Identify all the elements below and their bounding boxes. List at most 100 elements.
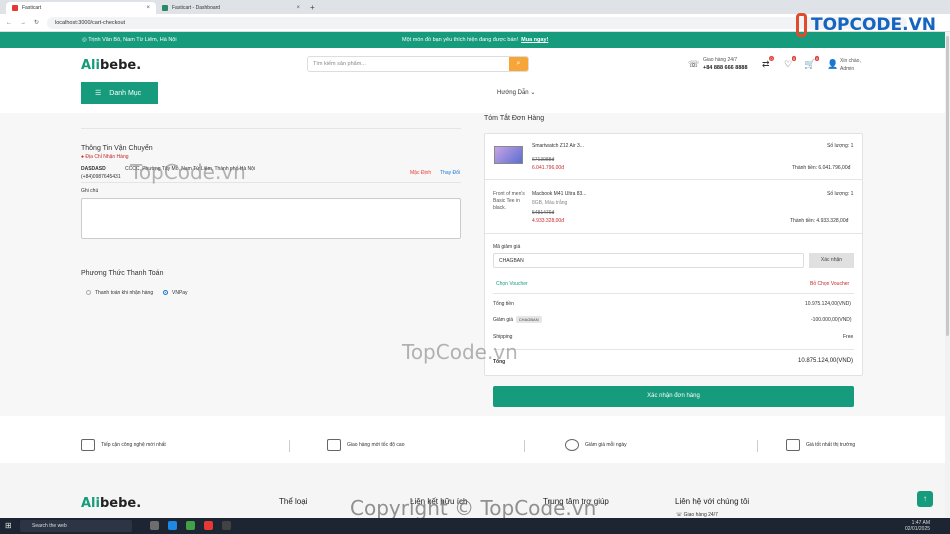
subtotal-value: 10.975.124,00(VND) bbox=[805, 301, 851, 307]
divider bbox=[493, 293, 854, 294]
arrow-up-icon: ↑ bbox=[923, 494, 927, 503]
promo-message: Một món đồ bạn yêu thích hiện đang được … bbox=[402, 37, 519, 43]
hotline: Giao hàng 24/7 +84 888 666 8888 bbox=[703, 57, 748, 71]
chrome-icon[interactable] bbox=[186, 521, 195, 530]
reload-icon[interactable]: ↻ bbox=[34, 19, 39, 26]
item-name[interactable]: Smartwatch Z12 Air 3... bbox=[532, 143, 584, 149]
feature-text: Giảm giá mỗi ngày bbox=[585, 442, 627, 448]
logo-main: Ali bbox=[81, 58, 100, 73]
feature-text: Tiếp cận công nghệ mới nhất bbox=[101, 442, 166, 448]
site-logo[interactable]: Alibebe. bbox=[81, 58, 141, 73]
cart-icon[interactable]: 🛒 0 bbox=[804, 56, 820, 70]
chevron-down-icon: ⌄ bbox=[530, 90, 536, 96]
clock[interactable]: 1:47 AM 02/01/2025 bbox=[905, 520, 930, 532]
discount-code-tag: CHAGBAN bbox=[515, 316, 542, 323]
product-image-alt: Front of men's Basic Tee in black. bbox=[493, 191, 525, 211]
divider bbox=[485, 179, 862, 180]
compare-icon[interactable]: ⇄ 0 bbox=[762, 56, 774, 70]
choose-voucher-link[interactable]: Chọn Voucher bbox=[496, 281, 528, 287]
search-input[interactable]: Tìm kiếm sản phẩm... ⌕ bbox=[307, 56, 529, 72]
scroll-top-button[interactable]: ↑ bbox=[917, 491, 933, 507]
store-location: ◎ Trịnh Văn Bô, Nam Từ Liêm, Hà Nội bbox=[82, 37, 177, 43]
address-label-text: Địa Chỉ Nhận Hàng bbox=[85, 154, 129, 160]
favicon-icon bbox=[12, 5, 18, 11]
user-icon[interactable]: 👤 bbox=[827, 59, 838, 70]
voucher-input[interactable]: CHAGBAN bbox=[493, 253, 804, 268]
favicon-icon bbox=[162, 5, 168, 11]
confirm-order-button[interactable]: Xác nhận đơn hàng bbox=[493, 386, 854, 407]
terminal-icon[interactable] bbox=[222, 521, 231, 530]
item-line-total: Thành tiền: 6.041.796,00đ bbox=[792, 165, 851, 171]
category-label: Danh Mục bbox=[109, 89, 142, 97]
change-address-link[interactable]: Thay Đổi bbox=[440, 170, 460, 176]
search-button[interactable]: ⌕ bbox=[509, 57, 528, 71]
wishlist-badge: 0 bbox=[791, 56, 797, 61]
promo-text: Một món đồ bạn yêu thích hiện đang được … bbox=[402, 37, 548, 43]
divider bbox=[485, 233, 862, 234]
feature-text: Giao hàng mới tốc độ cao bbox=[347, 442, 405, 448]
wishlist-icon[interactable]: ♡ 0 bbox=[784, 56, 797, 70]
scrollbar-thumb[interactable] bbox=[946, 36, 949, 336]
watermark-center: TopCode.vn bbox=[402, 340, 518, 364]
phone-icon: ☏ bbox=[688, 59, 700, 69]
recipient-name: DASDASD bbox=[81, 166, 106, 172]
compare-badge: 0 bbox=[769, 56, 774, 61]
windows-start-icon[interactable]: ⊞ bbox=[5, 521, 12, 530]
payment-option-label: VNPay bbox=[172, 290, 188, 296]
price-tag-icon bbox=[786, 439, 800, 451]
watermark-copyright: Copyright © TopCode.vn bbox=[350, 496, 597, 520]
username: Admin bbox=[840, 66, 855, 72]
browser-tab-dashboard[interactable]: Fasticart - Dashboard × bbox=[156, 2, 306, 14]
item-price: 6.041.796,00đ bbox=[532, 165, 564, 171]
back-icon[interactable]: ← bbox=[6, 20, 12, 26]
note-label: Ghi chú bbox=[81, 188, 99, 194]
user-greeting[interactable]: Xin chào, Admin bbox=[840, 57, 861, 73]
payment-option-cod[interactable]: Thanh toán khi nhận hàng bbox=[86, 290, 153, 296]
vscode-icon[interactable] bbox=[168, 521, 177, 530]
payment-option-vnpay[interactable]: VNPay bbox=[163, 290, 188, 296]
voucher-value: CHAGBAN bbox=[499, 257, 524, 264]
app-icon[interactable] bbox=[150, 521, 159, 530]
url-field[interactable]: localhost:3000/cart-checkout bbox=[47, 16, 908, 29]
gift-icon bbox=[81, 439, 95, 451]
menu-icon: ☰ bbox=[95, 90, 102, 97]
apply-voucher-button[interactable]: Xác nhận bbox=[809, 253, 854, 268]
clock-date: 02/01/2025 bbox=[905, 526, 931, 532]
radio-cod[interactable] bbox=[86, 290, 91, 296]
footer-logo[interactable]: Alibebe. bbox=[81, 496, 141, 511]
footer-heading: Liên hệ với chúng tôi bbox=[675, 497, 750, 506]
app-icon[interactable] bbox=[204, 521, 213, 530]
item-quantity: Số lượng: 1 bbox=[827, 143, 854, 149]
footer-heading: Thể loại bbox=[279, 497, 308, 506]
total-value: 10.875.124,00(VND) bbox=[798, 358, 854, 364]
note-textarea[interactable] bbox=[81, 198, 461, 239]
close-tab-icon[interactable]: × bbox=[146, 5, 150, 11]
feature-best-price: Giá tốt nhất thị trường bbox=[786, 439, 855, 451]
tab-title: Fasticart - Dashboard bbox=[172, 5, 221, 11]
tab-title: Fasticart bbox=[22, 5, 42, 11]
item-price: 4.933.328,00đ bbox=[532, 218, 564, 224]
cart-badge: 0 bbox=[814, 56, 820, 61]
new-tab-icon[interactable]: + bbox=[310, 3, 315, 12]
watermark-left: TopCode.vn bbox=[130, 160, 246, 184]
hotline-number: +84 888 666 8888 bbox=[703, 65, 748, 71]
separator bbox=[757, 440, 758, 452]
item-name[interactable]: Macbook M41 Ultra 83... bbox=[532, 191, 586, 197]
close-tab-icon[interactable]: × bbox=[296, 5, 300, 11]
radio-vnpay[interactable] bbox=[163, 290, 168, 296]
category-menu-button[interactable]: ☰ Danh Mục bbox=[81, 82, 158, 104]
search-icon: ⌕ bbox=[516, 60, 521, 67]
percent-icon bbox=[565, 439, 579, 451]
guide-menu[interactable]: Hướng Dẫn ⌄ bbox=[497, 89, 535, 96]
voucher-label: Mã giảm giá bbox=[493, 244, 521, 250]
taskbar-search-text: Search the web bbox=[32, 523, 67, 529]
discount-label: Giảm giá bbox=[493, 317, 514, 323]
remove-voucher-link[interactable]: Bỏ Chọn Voucher bbox=[810, 281, 849, 287]
forward-icon[interactable]: → bbox=[20, 20, 26, 26]
feature-text: Giá tốt nhất thị trường bbox=[806, 442, 856, 448]
search-placeholder: Tìm kiếm sản phẩm... bbox=[313, 61, 366, 67]
promo-link[interactable]: Mua ngay! bbox=[521, 37, 548, 43]
browser-tab-storefront[interactable]: Fasticart × bbox=[6, 2, 156, 14]
divider bbox=[493, 349, 854, 350]
taskbar-search[interactable]: Search the web bbox=[20, 520, 132, 532]
